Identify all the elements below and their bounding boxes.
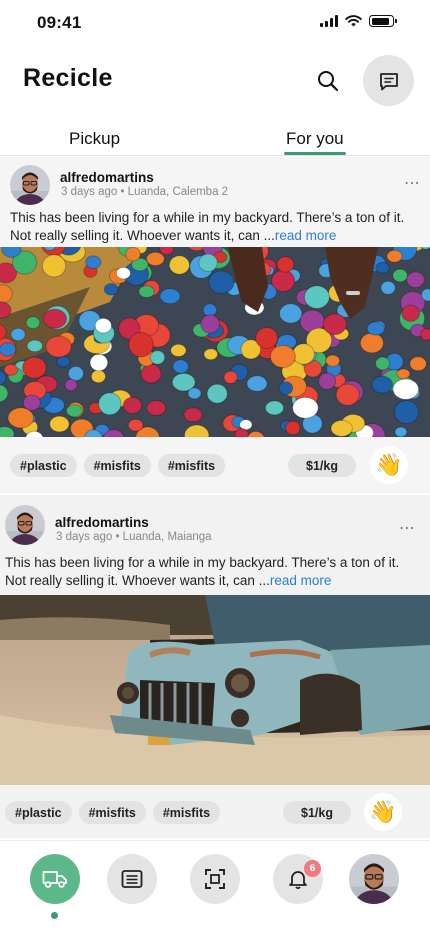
tab-for-you[interactable]: For you: [286, 129, 344, 149]
post-text: This has been living for a while in my b…: [10, 210, 405, 243]
rusty-abandoned-car-photo: [0, 595, 430, 785]
notification-badge: 6: [304, 860, 321, 877]
cellular-signal-icon: [320, 15, 338, 27]
post-image[interactable]: [0, 247, 430, 437]
read-more-link[interactable]: read more: [275, 228, 337, 243]
avatar[interactable]: [10, 165, 50, 205]
battery-icon: [369, 15, 397, 27]
active-nav-indicator: [51, 912, 58, 919]
price-badge: $1/kg: [288, 454, 356, 477]
active-tab-indicator: [284, 152, 346, 155]
waving-hand-icon: 👋: [375, 452, 403, 477]
truck-icon: [42, 871, 67, 888]
post-username[interactable]: alfredomartins: [55, 515, 149, 530]
scan-icon: [205, 869, 225, 889]
feed-tabs: Pickup For you: [0, 124, 430, 156]
status-time: 09:41: [37, 13, 82, 32]
more-options-button[interactable]: ⋯: [399, 518, 416, 538]
post-card: alfredomartins 3 days ago • Luanda, Maia…: [0, 495, 430, 838]
post-card: alfredomartins 3 days ago • Luanda, Cale…: [0, 157, 430, 493]
read-more-link[interactable]: read more: [270, 573, 332, 588]
tag-list: #plastic #misfits #misfits: [10, 454, 226, 477]
post-meta: 3 days ago • Luanda, Maianga: [56, 531, 212, 543]
profile-avatar: [349, 854, 399, 904]
messages-button[interactable]: [363, 55, 414, 106]
post-text: This has been living for a while in my b…: [5, 555, 400, 588]
tab-pickup[interactable]: Pickup: [69, 129, 120, 149]
wave-reaction-button[interactable]: 👋: [370, 446, 408, 484]
nav-scan-button[interactable]: [190, 854, 240, 904]
plastic-bottle-caps-photo: [0, 247, 430, 437]
nav-notifications-button[interactable]: 6: [273, 854, 323, 904]
nav-pickup-button[interactable]: [30, 854, 80, 904]
tag-chip[interactable]: #misfits: [83, 454, 151, 477]
post-meta: 3 days ago • Luanda, Calemba 2: [61, 186, 229, 198]
app-title: Recicle: [23, 64, 113, 92]
status-icons: [320, 15, 397, 27]
tag-chip[interactable]: #plastic: [5, 801, 72, 824]
tag-chip[interactable]: #misfits: [157, 454, 226, 477]
list-icon: [121, 870, 143, 888]
waving-hand-icon: 👋: [369, 799, 397, 824]
search-button[interactable]: [313, 66, 343, 96]
wave-reaction-button[interactable]: 👋: [364, 793, 402, 831]
tag-chip[interactable]: #misfits: [152, 801, 221, 824]
post-description: This has been living for a while in my b…: [10, 209, 420, 245]
app-header: Recicle: [0, 54, 430, 106]
post-image[interactable]: [0, 595, 430, 785]
tag-list: #plastic #misfits #misfits: [5, 801, 221, 824]
wifi-icon: [345, 15, 362, 27]
more-options-button[interactable]: ⋯: [404, 173, 421, 193]
nav-profile-button[interactable]: [349, 854, 399, 904]
status-bar: 09:41: [0, 0, 430, 46]
nav-list-button[interactable]: [107, 854, 157, 904]
post-username[interactable]: alfredomartins: [60, 170, 154, 185]
price-badge: $1/kg: [283, 801, 351, 824]
tag-chip[interactable]: #plastic: [10, 454, 77, 477]
post-description: This has been living for a while in my b…: [5, 554, 415, 590]
search-icon: [318, 71, 339, 92]
avatar[interactable]: [5, 505, 45, 545]
tag-chip[interactable]: #misfits: [78, 801, 146, 824]
chat-icon: [379, 72, 398, 90]
bottom-navigation: 6: [0, 840, 430, 932]
